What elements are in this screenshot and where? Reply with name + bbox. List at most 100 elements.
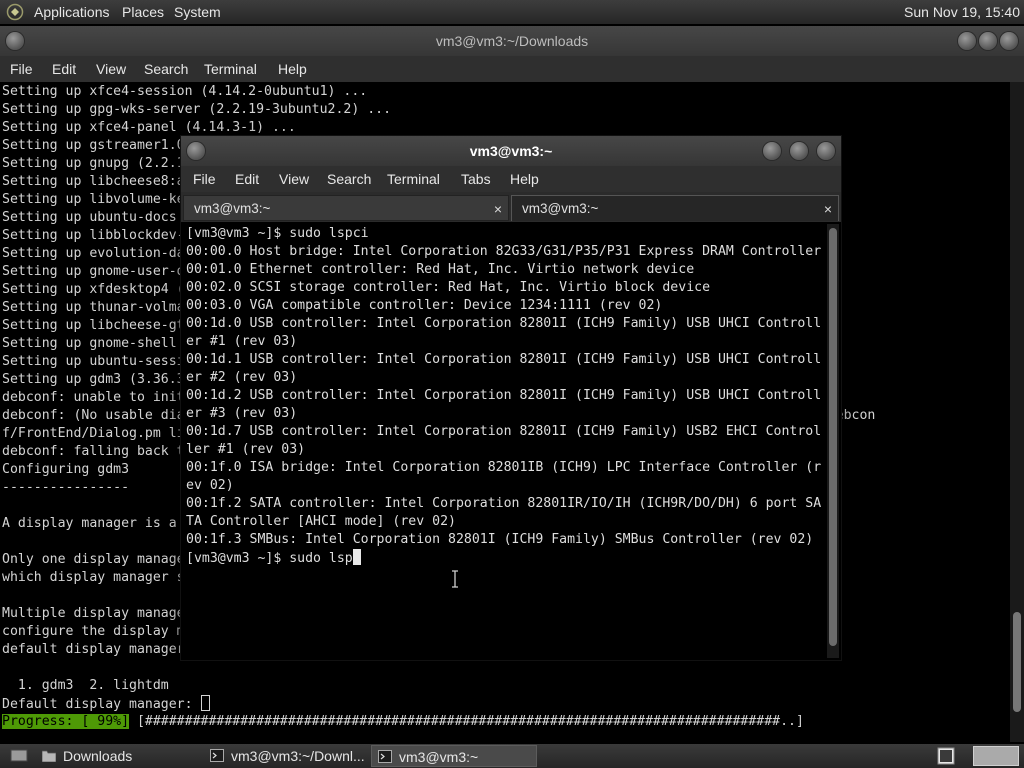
terminal-line: Setting up libcheese-gt — [2, 318, 185, 333]
terminal-line: debconf: falling back t — [2, 444, 185, 459]
terminal-line: Setting up gnome-shell — [2, 336, 177, 351]
maximize-button[interactable] — [979, 32, 997, 50]
terminal-line: Setting up gstreamer1.0 — [2, 138, 185, 153]
terminal-line: Setting up evolution-da — [2, 246, 185, 261]
terminal-line: which display manager s — [2, 570, 185, 585]
terminal-line: Setting up xfdesktop4 ( — [2, 282, 185, 297]
desktop-icon — [10, 749, 28, 762]
window-list-icon[interactable] — [937, 747, 955, 765]
menu-view[interactable]: View — [279, 171, 309, 187]
terminal-line: 00:1d.1 USB controller: Intel Corporatio… — [186, 352, 822, 367]
menu-edit[interactable]: Edit — [52, 61, 76, 77]
prompt-text: [vm3@vm3 ~]$ sudo lsp — [186, 551, 353, 566]
terminal-line: 00:1f.3 SMBus: Intel Corporation 82801I … — [186, 532, 814, 547]
taskbar-item-label: Downloads — [63, 748, 133, 764]
tab-1[interactable]: vm3@vm3:~ × — [183, 195, 509, 221]
close-tab-icon[interactable]: × — [824, 196, 832, 222]
menu-file[interactable]: File — [193, 171, 216, 187]
menubar: File Edit View Search Terminal Tabs Help — [181, 166, 841, 192]
taskbar-item-downloads[interactable]: Downloads — [36, 745, 204, 767]
menu-search[interactable]: Search — [144, 61, 188, 77]
close-button[interactable] — [1000, 32, 1018, 50]
gnome-foot-icon[interactable] — [6, 3, 24, 21]
clock[interactable]: Sun Nov 19, 15:40 — [904, 4, 1020, 20]
terminal-line: Setting up libvolume-ke — [2, 192, 185, 207]
terminal-line: er #2 (rev 03) — [186, 370, 298, 385]
folder-icon — [42, 750, 56, 762]
menu-tabs[interactable]: Tabs — [461, 171, 491, 187]
terminal-line: Configuring gdm3 — [2, 462, 130, 477]
terminal-icon — [210, 749, 224, 762]
terminal-line: 00:00.0 Host bridge: Intel Corporation 8… — [186, 244, 822, 259]
terminal-line: f/FrontEnd/Dialog.pm li — [2, 426, 185, 441]
text-cursor — [352, 549, 361, 565]
terminal-line: 00:1f.0 ISA bridge: Intel Corporation 82… — [186, 460, 822, 475]
tab-bar: vm3@vm3:~ × vm3@vm3:~ × — [181, 192, 841, 222]
menu-help[interactable]: Help — [510, 171, 539, 187]
scrollbar-thumb[interactable] — [829, 228, 837, 646]
taskbar-item-home-terminal[interactable]: vm3@vm3:~ — [371, 745, 537, 767]
minimize-button[interactable] — [958, 32, 976, 50]
menu-terminal[interactable]: Terminal — [387, 171, 440, 187]
prompt-input-cursor[interactable] — [200, 695, 210, 711]
system-menu[interactable]: System — [174, 4, 221, 20]
scrollbar-thumb[interactable] — [1013, 612, 1021, 712]
terminal-output[interactable]: [vm3@vm3 ~]$ sudo lspci 00:00.0 Host brid… — [183, 224, 827, 658]
terminal-line: ev 02) — [186, 478, 234, 493]
terminal-line: Setting up gpg-wks-server (2.2.19-3ubunt… — [2, 102, 392, 117]
taskbar-item-label: vm3@vm3:~/Downl... — [231, 748, 365, 764]
window-menu-button[interactable] — [187, 142, 205, 160]
terminal-line: Default display manager: — [2, 695, 210, 713]
taskbar-item-label: vm3@vm3:~ — [399, 749, 479, 765]
progress-line: Progress: [ 99%] [######################… — [2, 713, 804, 731]
minimize-button[interactable] — [763, 142, 781, 160]
terminal-line: 00:1f.2 SATA controller: Intel Corporati… — [186, 496, 822, 511]
window-title: vm3@vm3:~/Downloads — [435, 33, 589, 49]
terminal-line: default display manager — [2, 642, 185, 657]
terminal-line: Setting up gnupg (2.2.1 — [2, 156, 185, 171]
terminal-line: Setting up libcheese8:a — [2, 174, 185, 189]
taskbar-item-downloads-terminal[interactable]: vm3@vm3:~/Downl... — [204, 745, 370, 767]
top-panel: Applications Places System Sun Nov 19, 1… — [0, 0, 1024, 24]
window-titlebar[interactable]: vm3@vm3:~/Downloads — [0, 26, 1024, 56]
terminal-line: ---------------- — [2, 480, 130, 495]
terminal-line: [vm3@vm3 ~]$ sudo lspci — [186, 226, 369, 241]
close-button[interactable] — [817, 142, 835, 160]
terminal-line: Setting up libblockdev- — [2, 228, 185, 243]
window-menu-button[interactable] — [6, 32, 24, 50]
scrollbar[interactable] — [1010, 82, 1024, 742]
window-titlebar[interactable]: vm3@vm3:~ — [181, 136, 841, 166]
scrollbar[interactable] — [827, 224, 839, 658]
menu-help[interactable]: Help — [278, 61, 307, 77]
terminal-line: Setting up ubuntu-sessi — [2, 354, 185, 369]
bottom-panel: Downloads vm3@vm3:~/Downl... vm3@vm3:~ — [0, 744, 1024, 768]
menu-edit[interactable]: Edit — [235, 171, 259, 187]
menubar: File Edit View Search Terminal Help — [0, 56, 1024, 82]
menu-file[interactable]: File — [10, 61, 33, 77]
maximize-button[interactable] — [790, 142, 808, 160]
terminal-line: 00:01.0 Ethernet controller: Red Hat, In… — [186, 262, 695, 277]
workspace-switcher[interactable] — [973, 746, 1019, 766]
tab-2[interactable]: vm3@vm3:~ × — [511, 195, 839, 221]
terminal-line: 00:1d.2 USB controller: Intel Corporatio… — [186, 388, 822, 403]
terminal-line: TA Controller [AHCI mode] (rev 02) — [186, 514, 456, 529]
close-tab-icon[interactable]: × — [494, 196, 502, 222]
menu-view[interactable]: View — [96, 61, 126, 77]
menu-terminal[interactable]: Terminal — [204, 61, 257, 77]
terminal-line: Setting up xfce4-session (4.14.2-0ubuntu… — [2, 84, 368, 99]
show-desktop-button[interactable] — [2, 745, 36, 767]
menu-search[interactable]: Search — [327, 171, 371, 187]
terminal-line: 00:02.0 SCSI storage controller: Red Hat… — [186, 280, 711, 295]
tab-label: vm3@vm3:~ — [194, 201, 271, 216]
home-terminal-window: vm3@vm3:~ File Edit View Search Terminal… — [181, 136, 841, 660]
terminal-line: 1. gdm3 2. lightdm — [2, 678, 169, 693]
applications-menu[interactable]: Applications — [34, 4, 110, 20]
terminal-line: Setting up gdm3 (3.36.3 — [2, 372, 185, 387]
terminal-line: ler #1 (rev 03) — [186, 442, 306, 457]
places-menu[interactable]: Places — [122, 4, 164, 20]
progress-label: Progress: [ 99%] — [2, 714, 130, 729]
terminal-line: er #1 (rev 03) — [186, 334, 298, 349]
progress-bar: [#######################################… — [129, 714, 804, 729]
prompt-line[interactable]: [vm3@vm3 ~]$ sudo lsp — [186, 549, 361, 567]
terminal-line: Setting up xfce4-panel (4.14.3-1) ... — [2, 120, 296, 135]
